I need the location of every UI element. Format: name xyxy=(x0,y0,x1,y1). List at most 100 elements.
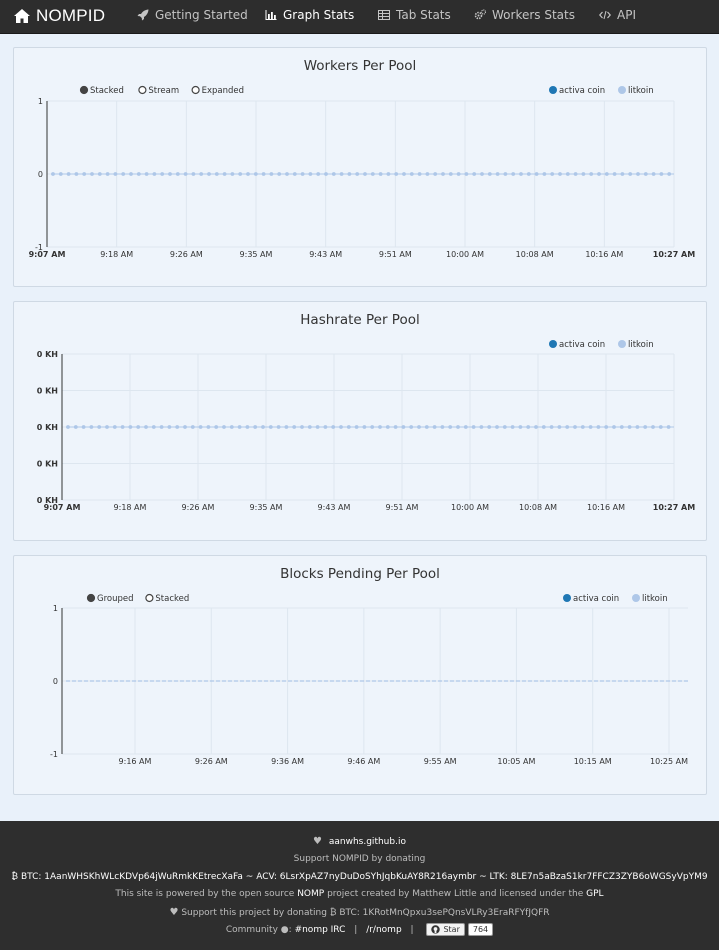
series-point xyxy=(199,172,204,176)
mode-radio[interactable] xyxy=(145,593,154,603)
mode-radio[interactable] xyxy=(79,85,89,95)
nav-tab-stats[interactable]: Tab Stats xyxy=(378,6,451,24)
separator: ~ xyxy=(245,872,254,882)
series-point xyxy=(518,425,523,429)
mode-radio[interactable] xyxy=(191,85,200,95)
series-point xyxy=(385,425,390,429)
reddit-link[interactable]: /r/nomp xyxy=(366,925,401,935)
series-point xyxy=(550,172,555,176)
nav-graph-stats[interactable]: Graph Stats xyxy=(265,6,354,24)
github-star-button[interactable]: Star xyxy=(426,923,465,936)
home-icon xyxy=(14,9,30,23)
mode-label: Stream xyxy=(148,86,179,96)
series-point xyxy=(121,172,126,176)
bitcoin-icon: ₿ xyxy=(329,908,337,918)
x-tick-label: 10:27 AM xyxy=(653,250,695,259)
series-point xyxy=(112,425,117,429)
x-tick-label: 9:07 AM xyxy=(44,503,81,512)
series-point xyxy=(448,425,453,429)
series-point xyxy=(557,425,562,429)
series-point xyxy=(292,425,297,429)
series-point xyxy=(378,172,383,176)
series-point xyxy=(620,172,625,176)
series-point xyxy=(565,425,570,429)
series-point xyxy=(222,425,226,429)
series-point xyxy=(549,425,554,429)
series-point xyxy=(152,172,157,176)
y-tick-label: 0 KH xyxy=(37,350,58,359)
github-icon xyxy=(431,925,441,934)
series-point xyxy=(464,172,469,176)
brand-home-link[interactable]: NOMPID xyxy=(14,4,105,28)
series-point xyxy=(129,172,133,176)
series-point xyxy=(479,425,484,429)
series-point xyxy=(120,425,125,429)
series-point xyxy=(424,425,429,429)
series-point xyxy=(417,172,422,176)
mode-radio[interactable] xyxy=(86,593,96,603)
series-point xyxy=(268,425,273,429)
nav-workers-stats[interactable]: Workers Stats xyxy=(474,6,575,24)
nav-label: Graph Stats xyxy=(283,8,355,22)
btc-address: BTC: 1AanWHSKhWLcKDVp64jWuRmkKEtrecXaFa xyxy=(20,872,243,882)
star-count: 764 xyxy=(467,923,494,936)
series-point xyxy=(658,425,663,429)
series-point xyxy=(315,425,320,429)
series-point xyxy=(526,172,531,176)
series-point xyxy=(51,172,55,176)
series-point xyxy=(136,172,141,176)
series-point xyxy=(510,425,515,429)
x-tick-label: 9:43 AM xyxy=(318,503,351,512)
series-point xyxy=(402,172,406,176)
code-icon xyxy=(599,10,611,20)
x-tick-label: 10:16 AM xyxy=(585,250,623,259)
x-tick-label: 10:16 AM xyxy=(587,503,625,512)
series-point xyxy=(316,172,321,176)
series-point xyxy=(346,425,351,429)
nomp-link[interactable]: NOMP xyxy=(297,889,324,899)
series-point xyxy=(487,172,492,176)
series-point xyxy=(128,425,133,429)
series-point xyxy=(269,172,274,176)
irc-link[interactable]: #nomp IRC xyxy=(295,925,346,935)
series-point xyxy=(604,425,609,429)
y-tick-label: 0 KH xyxy=(37,460,58,469)
mode-radio[interactable] xyxy=(138,85,147,95)
series-point xyxy=(487,425,492,429)
github-star-widget[interactable]: Star 764 xyxy=(426,923,494,936)
top-navbar: NOMPID Getting Started Graph Stats Tab S… xyxy=(0,0,719,34)
series-point xyxy=(191,172,196,176)
series-point xyxy=(276,425,281,429)
nav-getting-started[interactable]: Getting Started xyxy=(137,6,248,24)
x-tick-label: 9:46 AM xyxy=(347,757,380,766)
star-label: Star xyxy=(443,925,460,934)
x-tick-label: 9:43 AM xyxy=(309,250,342,259)
series-point xyxy=(394,172,399,176)
series-point xyxy=(401,425,406,429)
series-point xyxy=(503,172,508,176)
series-point xyxy=(519,172,523,176)
series-point xyxy=(246,172,250,176)
series-point xyxy=(472,172,477,176)
series-point xyxy=(612,172,617,176)
series-point xyxy=(214,425,219,429)
mode-label: Stacked xyxy=(155,594,189,604)
series-point xyxy=(339,172,344,176)
series-point xyxy=(237,425,242,429)
separator: ~ xyxy=(479,872,487,882)
x-tick-label: 9:35 AM xyxy=(250,503,283,512)
series-point xyxy=(354,425,359,429)
series-point xyxy=(175,172,180,176)
y-tick-label: 1 xyxy=(53,604,58,613)
series-point xyxy=(409,425,414,429)
series-point xyxy=(542,172,547,176)
series-point xyxy=(183,425,187,429)
powered-text-mid: project created by Matthew Little and li… xyxy=(327,889,584,899)
footer-site-link[interactable]: aanwhs.github.io xyxy=(329,837,406,847)
series-point xyxy=(495,172,500,176)
gpl-link[interactable]: GPL xyxy=(586,889,603,899)
workers-chart: Stacked Stream Expanded activa coin litkoin 1… xyxy=(29,85,695,259)
x-tick-label: 10:05 AM xyxy=(497,757,535,766)
series-point xyxy=(105,172,110,176)
nav-api[interactable]: API xyxy=(599,6,636,24)
